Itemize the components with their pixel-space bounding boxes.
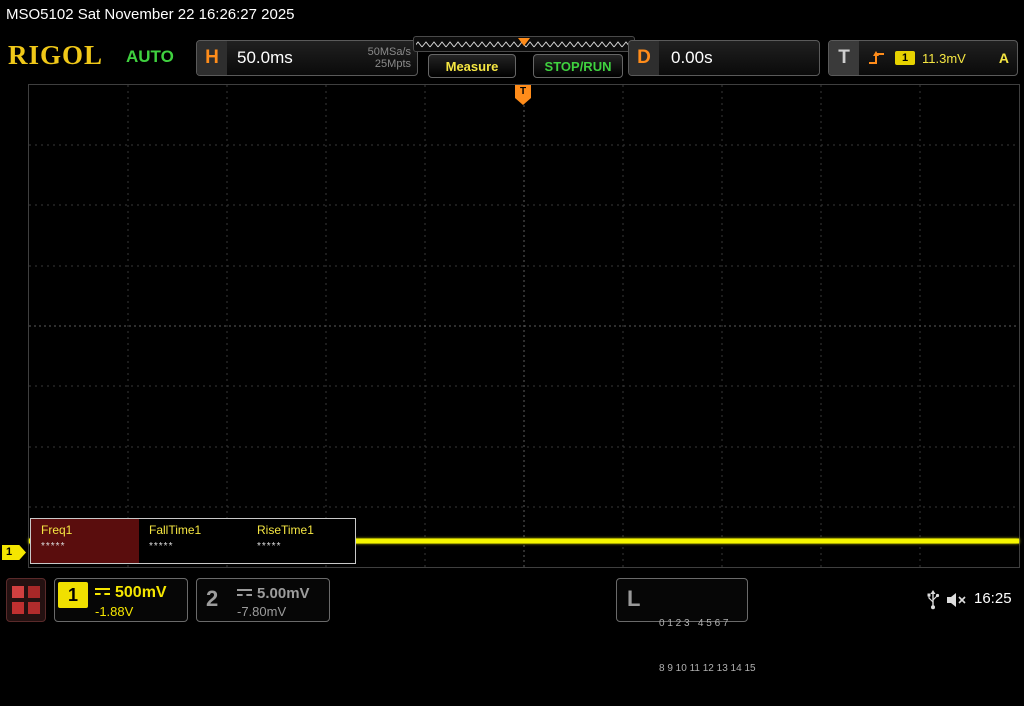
channel2-offset: -7.80mV [237,604,286,619]
channel1-offset: -1.88V [95,604,133,619]
horizontal-label: H [197,41,227,75]
measurement-item-falltime1: FallTime1 ***** [139,519,247,563]
digital-row1: 0 1 2 3 4 5 6 7 [659,616,756,631]
delay-value: 0.00s [671,48,713,68]
ch1-ground-marker[interactable]: 1 [2,545,26,560]
measurements-panel[interactable]: Freq1 ***** FallTime1 ***** RiseTime1 **… [30,518,356,564]
measurement-label: FallTime1 [149,523,247,537]
channel1-scale-value: 500mV [115,584,167,601]
channel1-block[interactable]: 1 500mV -1.88V [54,578,188,622]
channel1-scale: 500mV [95,584,167,602]
menu-grid-icon [12,602,24,614]
digital-channel-list: 0 1 2 3 4 5 6 7 8 9 10 11 12 13 14 15 [659,586,756,706]
rigol-logo: RIGOL [8,40,103,71]
trigger-box[interactable]: T 1 11.3mV A [828,40,1018,76]
measurement-value: ***** [257,541,355,552]
trigger-source-badge: 1 [895,51,915,65]
timebase-value: 50.0ms [237,48,293,68]
memory-depth: 25Mpts [368,58,411,70]
stop-run-button[interactable]: STOP/RUN [533,54,623,78]
channel1-number: 1 [58,582,88,608]
trigger-level-value: 11.3mV [922,51,966,66]
dc-coupling-icon [95,588,110,598]
horizontal-box[interactable]: H 50.0ms 50MSa/s 25Mpts [196,40,418,76]
titlebar-text: MSO5102 Sat November 22 16:26:27 2025 [0,0,1024,30]
trigger-marker[interactable]: T [515,85,531,98]
menu-button[interactable] [6,578,46,622]
measurement-value: ***** [149,541,247,552]
measurement-value: ***** [41,541,139,552]
measurement-label: Freq1 [41,523,139,537]
delay-box[interactable]: D 0.00s [628,40,820,76]
channel2-number: 2 [206,586,218,612]
clock: 16:25 [974,590,1012,607]
menu-grid-icon [28,602,40,614]
trigger-label: T [829,41,859,75]
trigger-sweep-mode: A [999,50,1009,66]
acquisition-info: 50MSa/s 25Mpts [368,46,417,70]
menu-grid-icon [12,586,24,598]
channel2-scale-value: 5.00mV [257,585,310,602]
channel2-block[interactable]: 2 5.00mV -7.80mV [196,578,330,622]
zigzag-waveform-icon [414,37,634,51]
measure-button[interactable]: Measure [428,54,516,78]
dc-coupling-icon [237,589,252,599]
measurement-item-risetime1: RiseTime1 ***** [247,519,355,563]
trigger-slope-icon [867,49,887,67]
digital-channels-block[interactable]: L 0 1 2 3 4 5 6 7 8 9 10 11 12 13 14 15 [616,578,748,622]
digital-label: L [627,586,640,612]
usb-icon [926,588,940,610]
graticule: T [28,84,1020,568]
sample-rate: 50MSa/s [368,46,411,58]
measurement-label: RiseTime1 [257,523,355,537]
digital-row2: 8 9 10 11 12 13 14 15 [659,661,756,676]
memory-waveform-strip[interactable] [413,36,635,52]
grid-lines [29,85,1019,567]
channel2-scale: 5.00mV [237,585,310,602]
delay-label: D [629,41,659,75]
menu-grid-icon [28,586,40,598]
speaker-mute-icon[interactable] [946,591,970,609]
measurement-item-freq1: Freq1 ***** [31,519,139,563]
auto-status: AUTO [126,47,174,67]
